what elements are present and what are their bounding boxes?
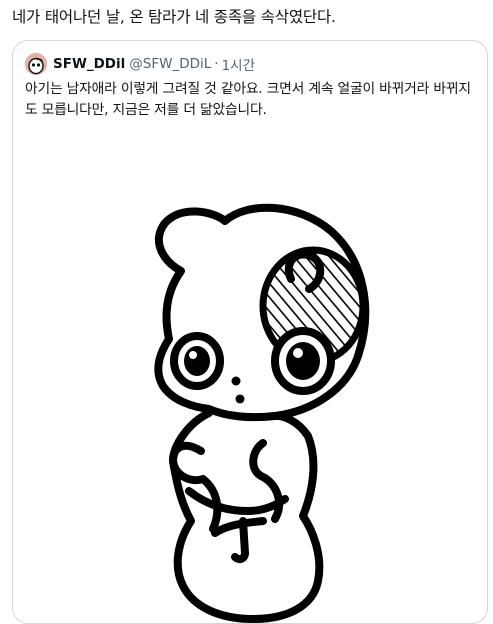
doodle-creature-drawing-icon — [154, 203, 370, 623]
separator-dot: · — [214, 56, 219, 72]
quoted-post-card[interactable]: SFW_DDil @SFW_DDiL · 1시간 아기는 남자애라 이렇게 그려… — [12, 40, 488, 624]
cartoon-creature-avatar-icon — [25, 53, 47, 75]
quoted-author-handle[interactable]: @SFW_DDiL — [129, 56, 211, 72]
quoted-post-text: 아기는 남자애라 이렇게 그려질 것 같아요. 크면서 계속 얼굴이 바뀌거라 … — [25, 81, 471, 118]
quoted-post-header: SFW_DDil @SFW_DDiL · 1시간 — [25, 52, 255, 76]
quoted-post-image[interactable] — [13, 161, 487, 623]
quoted-post-time[interactable]: 1시간 — [222, 54, 255, 74]
avatar[interactable] — [25, 53, 47, 75]
quoted-author-name[interactable]: SFW_DDil — [53, 56, 125, 72]
post-text: 네가 태어나던 날, 온 탐라가 네 종족을 속삭였단다. — [12, 8, 336, 26]
